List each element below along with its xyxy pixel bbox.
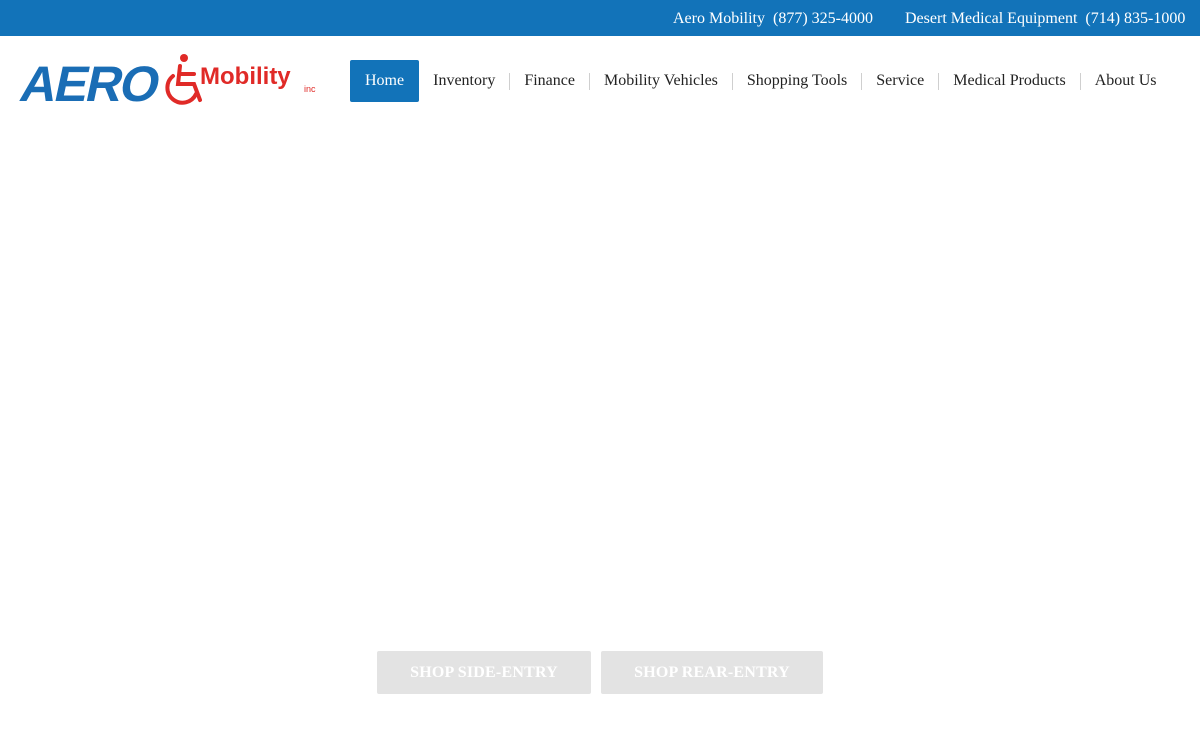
- logo-mobility-text: Mobility: [200, 63, 291, 90]
- phone-desert-medical[interactable]: Desert Medical Equipment (714) 835-1000: [905, 10, 1185, 28]
- site-header: AERO Mobility inc Home Inventory Finance…: [0, 36, 1200, 126]
- nav-home[interactable]: Home: [350, 60, 420, 102]
- phone-aero-mobility[interactable]: Aero Mobility (877) 325-4000: [673, 10, 873, 28]
- phone-number: (877) 325-4000: [773, 10, 873, 27]
- main-nav: Home Inventory Finance Mobility Vehicles…: [350, 60, 1170, 102]
- nav-inventory[interactable]: Inventory: [419, 60, 509, 102]
- nav-shopping-tools[interactable]: Shopping Tools: [733, 60, 861, 102]
- top-contact-bar: Aero Mobility (877) 325-4000 Desert Medi…: [0, 0, 1200, 36]
- nav-finance[interactable]: Finance: [510, 60, 589, 102]
- shop-side-entry-button[interactable]: SHOP SIDE-ENTRY: [377, 651, 591, 694]
- nav-service[interactable]: Service: [862, 60, 938, 102]
- nav-mobility-vehicles[interactable]: Mobility Vehicles: [590, 60, 732, 102]
- phone-label: Desert Medical Equipment: [905, 10, 1078, 27]
- logo-inc-text: inc: [304, 84, 316, 94]
- aero-mobility-logo[interactable]: AERO Mobility inc: [14, 54, 316, 108]
- shop-rear-entry-button[interactable]: SHOP REAR-ENTRY: [601, 651, 823, 694]
- logo-graphic: AERO Mobility inc: [16, 54, 316, 108]
- nav-medical-products[interactable]: Medical Products: [939, 60, 1079, 102]
- phone-label: Aero Mobility: [673, 10, 765, 27]
- phone-number: (714) 835-1000: [1085, 10, 1186, 27]
- logo-wordmark: AERO: [16, 56, 165, 108]
- wheelchair-icon: [165, 54, 202, 105]
- nav-about-us[interactable]: About Us: [1081, 60, 1171, 102]
